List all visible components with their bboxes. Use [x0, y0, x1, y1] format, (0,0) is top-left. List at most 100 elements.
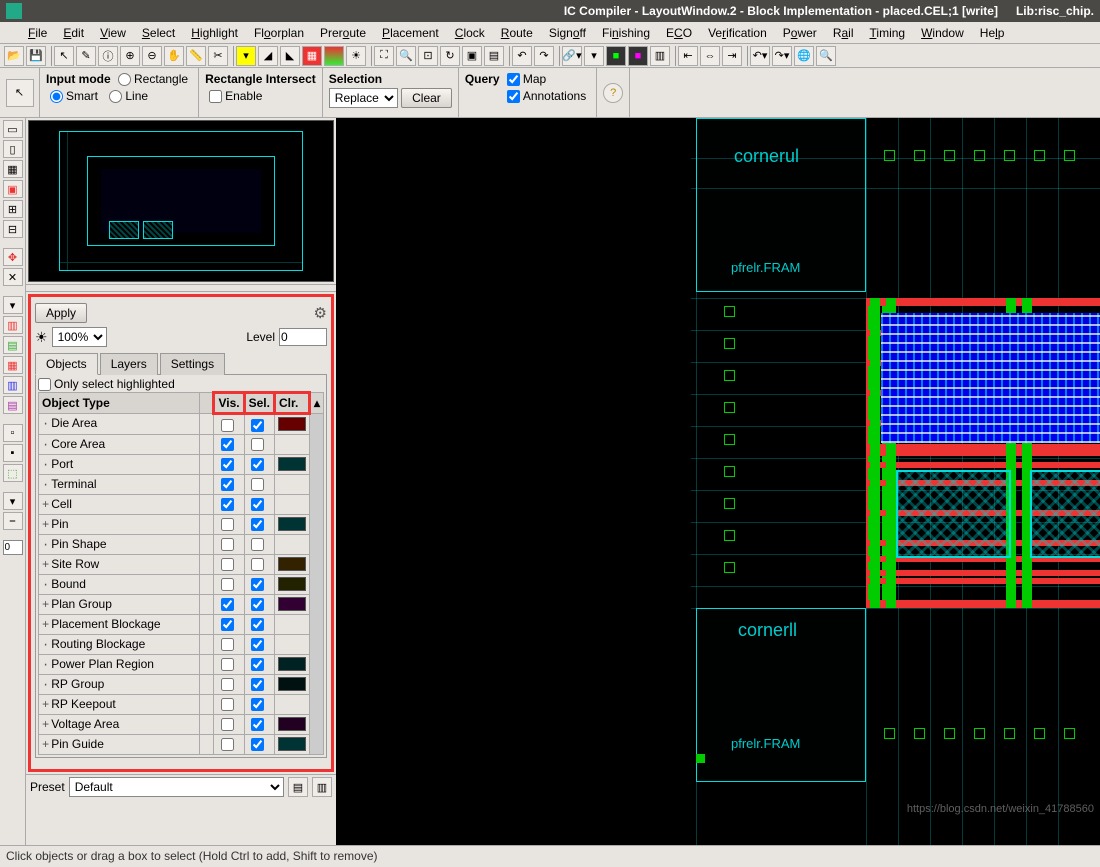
vis-checkbox[interactable]: [221, 598, 234, 611]
tool-e-icon[interactable]: ▤: [3, 396, 23, 414]
table-row[interactable]: ·Port: [39, 454, 324, 474]
preset-save-icon[interactable]: ▥: [312, 777, 332, 797]
panel-resize-handle[interactable]: [26, 284, 336, 292]
open-icon[interactable]: 📂: [4, 46, 24, 66]
menu-route[interactable]: Route: [493, 24, 541, 42]
scrollbar[interactable]: [309, 414, 323, 754]
tool-5-icon[interactable]: ⊞: [3, 200, 23, 218]
table-row[interactable]: ·RP Group: [39, 674, 324, 694]
selection-mode-select[interactable]: Replace: [329, 88, 398, 108]
help-icon[interactable]: ?: [603, 83, 623, 103]
undo-icon[interactable]: ↶▾: [750, 46, 770, 66]
apply-button[interactable]: Apply: [35, 303, 87, 323]
menu-timing[interactable]: Timing: [862, 24, 914, 42]
color-swatch[interactable]: [278, 737, 306, 751]
earth-icon[interactable]: 🌐: [794, 46, 814, 66]
menu-clock[interactable]: Clock: [447, 24, 493, 42]
color-swatch[interactable]: [278, 417, 306, 431]
sel-checkbox[interactable]: [251, 438, 264, 451]
layer-a-icon[interactable]: ▣: [462, 46, 482, 66]
overview-map[interactable]: [28, 120, 334, 282]
vis-checkbox[interactable]: [221, 618, 234, 631]
sel-checkbox[interactable]: [251, 698, 264, 711]
net-icon[interactable]: 🔗▾: [562, 46, 582, 66]
sel-checkbox[interactable]: [251, 478, 264, 491]
menu-eco[interactable]: ECO: [658, 24, 700, 42]
menu-placement[interactable]: Placement: [374, 24, 447, 42]
vis-checkbox[interactable]: [221, 578, 234, 591]
vis-checkbox[interactable]: [221, 638, 234, 651]
select-mode-icon[interactable]: ↖: [6, 79, 34, 107]
search-icon[interactable]: 🔍: [816, 46, 836, 66]
vis-checkbox[interactable]: [221, 438, 234, 451]
query-annotations[interactable]: Annotations: [503, 88, 590, 104]
tool-b-icon[interactable]: ▤: [3, 336, 23, 354]
sel-checkbox[interactable]: [251, 738, 264, 751]
tool-1-icon[interactable]: ▭: [3, 120, 23, 138]
layer-b-icon[interactable]: ▤: [484, 46, 504, 66]
color-swatch[interactable]: [278, 557, 306, 571]
sel-checkbox[interactable]: [251, 658, 264, 671]
undo-view-icon[interactable]: ↶: [512, 46, 532, 66]
vis-checkbox[interactable]: [221, 458, 234, 471]
tool-4-icon[interactable]: ▣: [3, 180, 23, 198]
info-icon[interactable]: ⓘ: [98, 46, 118, 66]
tool-2-icon[interactable]: ▯: [3, 140, 23, 158]
clear-hl-icon[interactable]: ◣: [280, 46, 300, 66]
tool-f-icon[interactable]: ▫: [3, 424, 23, 442]
refresh-icon[interactable]: ↻: [440, 46, 460, 66]
tool-h-icon[interactable]: ⬚: [3, 464, 23, 482]
sel-checkbox[interactable]: [251, 598, 264, 611]
sel-checkbox[interactable]: [251, 518, 264, 531]
tool-route-icon[interactable]: ⎯: [3, 512, 23, 530]
tab-objects[interactable]: Objects: [35, 353, 98, 375]
congestion-icon[interactable]: ▥: [650, 46, 670, 66]
align-c-icon[interactable]: ⇔: [700, 46, 720, 66]
menu-edit[interactable]: Edit: [55, 24, 92, 42]
pencil-icon[interactable]: ✎: [76, 46, 96, 66]
rect-intersect-enable[interactable]: Enable: [205, 88, 266, 104]
sel-checkbox[interactable]: [251, 458, 264, 471]
table-row[interactable]: +RP Keepout: [39, 694, 324, 714]
menu-finishing[interactable]: Finishing: [594, 24, 658, 42]
col-vis[interactable]: Vis.: [214, 393, 244, 414]
sel-checkbox[interactable]: [251, 618, 264, 631]
query-map[interactable]: Map: [503, 71, 550, 87]
table-row[interactable]: ·Power Plan Region: [39, 654, 324, 674]
preset-select[interactable]: Default: [69, 777, 284, 797]
col-sel[interactable]: Sel.: [244, 393, 274, 414]
table-row[interactable]: ·Core Area: [39, 434, 324, 454]
table-row[interactable]: ·Routing Blockage: [39, 634, 324, 654]
menu-rail[interactable]: Rail: [825, 24, 862, 42]
tool-del-icon[interactable]: ✕: [3, 268, 23, 286]
vis-checkbox[interactable]: [221, 558, 234, 571]
sel-checkbox[interactable]: [251, 678, 264, 691]
table-row[interactable]: +Pin: [39, 514, 324, 534]
sel-checkbox[interactable]: [251, 718, 264, 731]
color-swatch[interactable]: [278, 577, 306, 591]
redo-icon[interactable]: ↷▾: [772, 46, 792, 66]
tool-layers-icon[interactable]: ▾: [3, 296, 23, 314]
pan-icon[interactable]: ✋: [164, 46, 184, 66]
color-swatch[interactable]: [278, 517, 306, 531]
hier-icon[interactable]: ▾: [584, 46, 604, 66]
tab-layers[interactable]: Layers: [100, 353, 158, 375]
vis-checkbox[interactable]: [221, 478, 234, 491]
menu-verification[interactable]: Verification: [700, 24, 775, 42]
tool-c-icon[interactable]: ▦: [3, 356, 23, 374]
zoom-area-icon[interactable]: ⊡: [418, 46, 438, 66]
col-clr[interactable]: Clr.: [274, 393, 309, 414]
layout-canvas[interactable]: cornerul pfrelr.FRAM cornerll pfrelr.FRA…: [336, 118, 1100, 845]
mode-line[interactable]: Line: [105, 88, 152, 104]
sel-checkbox[interactable]: [251, 638, 264, 651]
zoom-sel-icon[interactable]: 🔍: [396, 46, 416, 66]
table-row[interactable]: +Pin Guide: [39, 734, 324, 754]
vis-checkbox[interactable]: [221, 538, 234, 551]
sel-checkbox[interactable]: [251, 558, 264, 571]
vis-checkbox[interactable]: [221, 658, 234, 671]
vis-checkbox[interactable]: [221, 698, 234, 711]
fit-icon[interactable]: ⛶: [374, 46, 394, 66]
table-row[interactable]: +Cell: [39, 494, 324, 514]
block-a-icon[interactable]: ■: [606, 46, 626, 66]
color-swatch[interactable]: [278, 717, 306, 731]
